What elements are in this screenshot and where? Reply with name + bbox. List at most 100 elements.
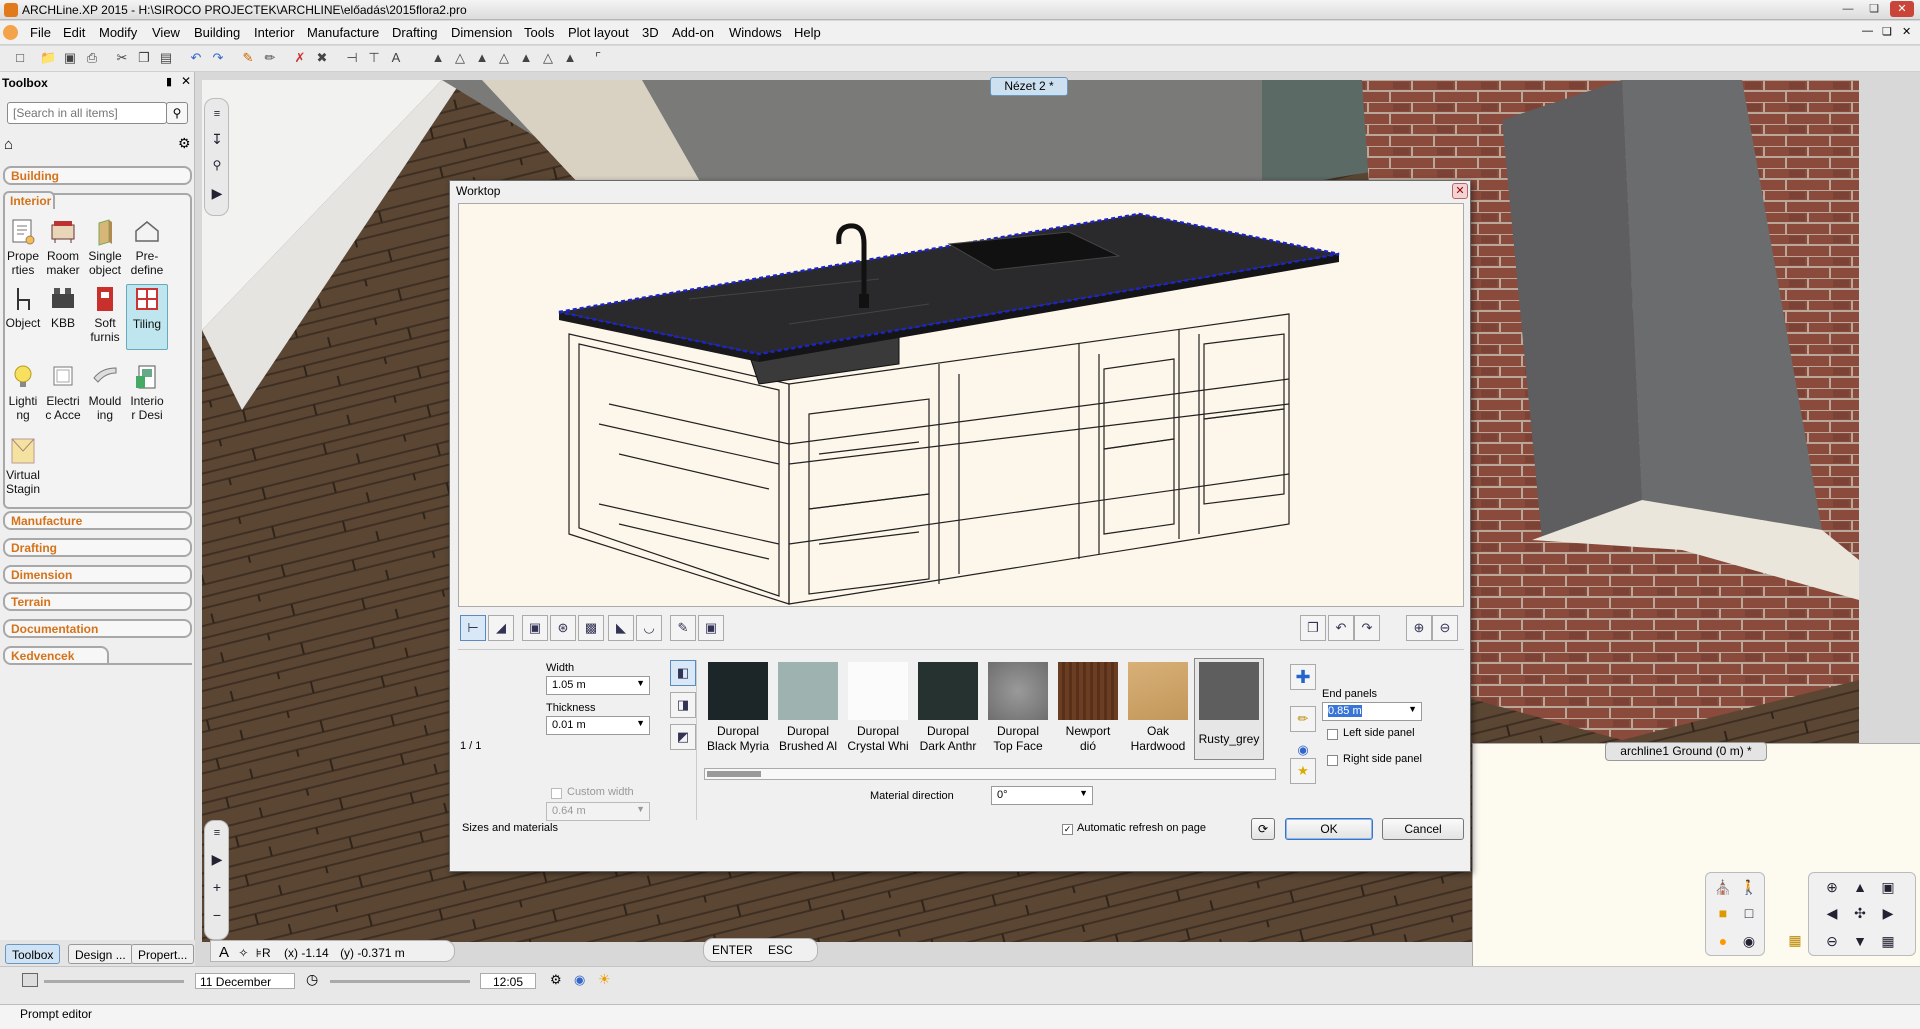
material-top-icon[interactable]: ◧ (670, 660, 696, 686)
material-edge-icon[interactable]: ◨ (670, 692, 696, 718)
tool-virtual-staging[interactable]: Virtual Stagin (2, 436, 44, 496)
menu-modify[interactable]: Modify (99, 25, 137, 40)
tool-predefine[interactable]: Pre-define (126, 217, 168, 277)
minimize-icon[interactable]: — (1836, 1, 1860, 17)
zoom-out-icon[interactable]: ⊖ (1821, 931, 1843, 951)
ok-button[interactable]: OK (1285, 818, 1373, 840)
edit-material-icon[interactable]: ✏ (1290, 706, 1316, 732)
maximize-icon[interactable]: ❏ (1862, 1, 1886, 17)
menu-tools[interactable]: Tools (524, 25, 554, 40)
material-rusty-grey[interactable]: Rusty_grey (1194, 658, 1264, 760)
tab-design[interactable]: Design ... (68, 944, 133, 964)
paste-icon[interactable]: ▤ (158, 50, 174, 66)
dimensions-tool-icon[interactable]: ⊢ (460, 615, 486, 641)
material-dark-anthracite[interactable]: Duropal Dark Anthr (914, 662, 982, 754)
walk-icon[interactable]: 🚶 (1738, 877, 1760, 897)
grip-icon[interactable]: ≡ (206, 104, 228, 124)
dialog-close-icon[interactable]: ✕ (1452, 183, 1468, 199)
snap-icon[interactable]: ✧ (238, 946, 248, 960)
end-panels-combo[interactable]: 0.85 m ▼ (1322, 702, 1422, 721)
zoom-icon[interactable]: ⚲ (206, 155, 228, 175)
3d-view-5-icon[interactable]: ▲ (518, 50, 534, 66)
list-icon[interactable]: ≡ (206, 823, 228, 843)
esc-button[interactable]: ESC (768, 943, 793, 957)
view-tab[interactable]: Nézet 2 * (990, 77, 1068, 96)
tool-electric-accessories[interactable]: Electri c Acce (42, 362, 84, 422)
width-combo[interactable]: 1.05 m ▼ (546, 676, 650, 695)
save-preset-icon[interactable]: ▣ (698, 615, 724, 641)
eye-icon[interactable]: ◉ (1738, 931, 1760, 951)
tool-properties[interactable]: Prope rties (2, 217, 44, 277)
tool-tiling[interactable]: Tiling (126, 284, 168, 350)
edge-tool-icon[interactable]: ◢ (488, 615, 514, 641)
category-kedvencek[interactable]: Kedvencek (3, 646, 109, 665)
custom-width-checkbox[interactable] (551, 788, 562, 799)
app-menu-icon[interactable] (3, 25, 18, 40)
render-icon[interactable]: ⛪ (1712, 877, 1734, 897)
add-material-icon[interactable]: ✚ (1290, 664, 1316, 690)
3d-view-3-icon[interactable]: ▲ (474, 50, 490, 66)
profile-icon[interactable]: ◣ (608, 615, 634, 641)
tab-toolbox[interactable]: Toolbox (5, 944, 61, 964)
delete-icon[interactable]: ✗ (292, 50, 308, 66)
custom-width-combo[interactable]: 0.64 m ▼ (546, 802, 650, 821)
search-icon[interactable]: ⚲ (166, 102, 188, 124)
edit-icon[interactable]: ✎ (670, 615, 696, 641)
toolbox-search-input[interactable] (7, 102, 167, 124)
time-field[interactable]: 12:05 (480, 973, 536, 989)
tool-object[interactable]: Object (2, 284, 44, 330)
tool-kbb[interactable]: KBB (42, 284, 84, 330)
menu-3d[interactable]: 3D (642, 25, 659, 40)
minus-icon[interactable]: − (206, 905, 228, 925)
curve-profile-icon[interactable]: ◡ (636, 615, 662, 641)
copy-icon[interactable]: ❐ (136, 50, 152, 66)
cut-icon[interactable]: ✂ (114, 50, 130, 66)
material-newport-dio[interactable]: Newport dió (1054, 662, 1122, 754)
brush-icon[interactable]: ✎ (240, 50, 256, 66)
gear-icon[interactable]: ⚙ (178, 135, 191, 152)
material-black-myria[interactable]: Duropal Black Myria (704, 662, 772, 754)
cooktop-icon[interactable]: ⊛ (550, 615, 576, 641)
category-dimension[interactable]: Dimension (3, 565, 192, 584)
arrow-up-icon[interactable]: ▲ (1849, 877, 1871, 897)
expand-right-icon[interactable]: ▶ (206, 183, 228, 203)
3d-view-4-icon[interactable]: △ (496, 50, 512, 66)
pin-icon[interactable]: ▮ (166, 75, 172, 88)
text-tool-icon[interactable]: A (219, 944, 229, 961)
cancel-button[interactable]: Cancel (1382, 818, 1464, 840)
cube-solid-icon[interactable]: ■ (1712, 903, 1734, 923)
zoom-in-icon[interactable]: ⊕ (1821, 877, 1843, 897)
front-view-icon[interactable]: ▣ (522, 615, 548, 641)
trim-icon[interactable]: ✖ (314, 50, 330, 66)
tool-interior-design[interactable]: Interio r Desi (126, 362, 168, 422)
category-interior[interactable]: Interior (3, 191, 55, 209)
arrow-right-icon[interactable]: ▶ (1877, 903, 1899, 923)
menu-building[interactable]: Building (194, 25, 240, 40)
appliance-icon[interactable]: ▩ (578, 615, 604, 641)
3d-view-1-icon[interactable]: ▲ (430, 50, 446, 66)
sun-icon[interactable]: ● (1712, 931, 1734, 951)
pan-icon[interactable]: ✣ (1849, 903, 1871, 923)
save-icon[interactable]: ▣ (62, 50, 78, 66)
3d-view-2-icon[interactable]: △ (452, 50, 468, 66)
down-arrow-icon[interactable]: ↧ (206, 129, 228, 149)
zoom-window-icon[interactable]: ▦ (1877, 931, 1899, 951)
tool-lighting[interactable]: Lighti ng (2, 362, 44, 422)
material-top-face[interactable]: Duropal Top Face (984, 662, 1052, 754)
align-right-icon[interactable]: ⊤ (366, 50, 382, 66)
arrow-down-icon[interactable]: ▼ (1849, 931, 1871, 951)
play-icon[interactable]: ▶ (206, 849, 228, 869)
3d-view-7-icon[interactable]: ▲ (562, 50, 578, 66)
material-direction-combo[interactable]: 0° ▼ (991, 786, 1093, 805)
plus-icon[interactable]: + (206, 877, 228, 897)
thickness-combo[interactable]: 0.01 m ▼ (546, 716, 650, 735)
menu-dimension[interactable]: Dimension (451, 25, 512, 40)
menu-manufacture[interactable]: Manufacture (307, 25, 379, 40)
fit-view-icon[interactable]: ▣ (1877, 877, 1899, 897)
ground-view-tab[interactable]: archline1 Ground (0 m) * (1605, 742, 1767, 761)
sun-status-icon[interactable]: ☀ (598, 971, 611, 988)
zoom-out-preview-icon[interactable]: ⊖ (1432, 615, 1458, 641)
date-field[interactable]: 11 December (195, 973, 295, 989)
category-building[interactable]: Building (3, 166, 192, 185)
time-slider[interactable] (330, 980, 470, 983)
